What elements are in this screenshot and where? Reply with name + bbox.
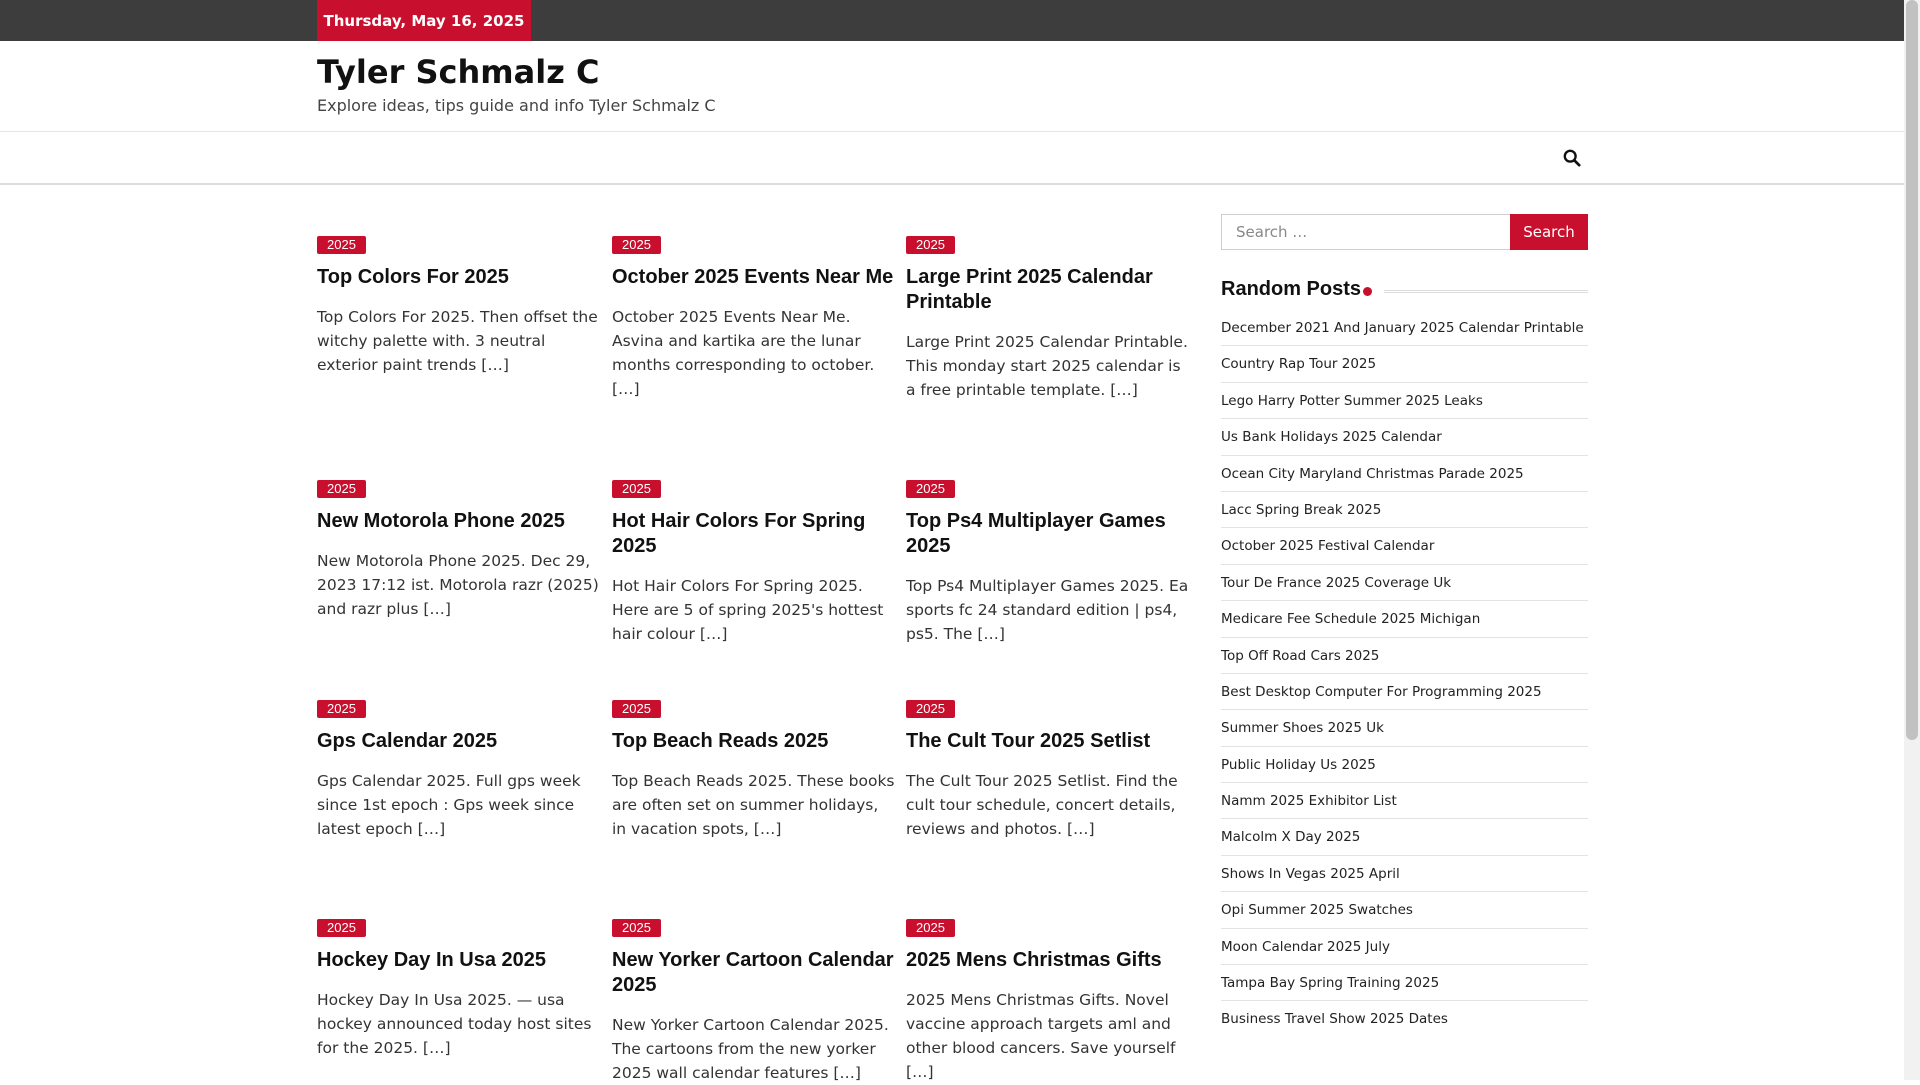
current-date: Thursday, May 16, 2025: [317, 0, 531, 41]
category-badge[interactable]: 2025: [317, 480, 366, 498]
post-title[interactable]: October 2025 Events Near Me: [612, 265, 897, 290]
post-title[interactable]: Large Print 2025 Calendar Printable: [906, 265, 1191, 315]
random-post-link[interactable]: Tour De France 2025 Coverage Uk: [1221, 565, 1588, 602]
post-excerpt: 2025 Mens Christmas Gifts. Novel vaccine…: [906, 991, 1176, 1081]
random-post-link[interactable]: December 2021 And January 2025 Calendar …: [1221, 310, 1588, 347]
post-card: 2025 Large Print 2025 Calendar Printable…: [906, 234, 1191, 402]
random-post-link[interactable]: Namm 2025 Exhibitor List: [1221, 783, 1588, 820]
random-posts-list: December 2021 And January 2025 Calendar …: [1221, 310, 1588, 1038]
category-badge[interactable]: 2025: [317, 919, 366, 937]
post-card: 2025 New Motorola Phone 2025 New Motorol…: [317, 478, 602, 621]
sidebar-search-input[interactable]: [1221, 214, 1511, 250]
post-title[interactable]: New Motorola Phone 2025: [317, 509, 602, 534]
post-excerpt: New Yorker Cartoon Calendar 2025. The ca…: [612, 1016, 889, 1082]
category-badge[interactable]: 2025: [612, 700, 661, 718]
random-post-link[interactable]: Opi Summer 2025 Swatches: [1221, 892, 1588, 929]
category-badge[interactable]: 2025: [612, 480, 661, 498]
random-post-link[interactable]: Public Holiday Us 2025: [1221, 747, 1588, 784]
random-post-link[interactable]: Tampa Bay Spring Training 2025: [1221, 965, 1588, 1002]
random-post-link[interactable]: Business Travel Show 2025 Dates: [1221, 1001, 1588, 1037]
category-badge[interactable]: 2025: [612, 236, 661, 254]
title-dot: [1363, 287, 1372, 296]
title-rule: [1384, 290, 1588, 293]
post-card: 2025 2025 Mens Christmas Gifts 2025 Mens…: [906, 917, 1191, 1084]
category-badge[interactable]: 2025: [906, 700, 955, 718]
post-excerpt: Top Colors For 2025. Then offset the wit…: [317, 308, 598, 374]
category-badge[interactable]: 2025: [317, 236, 366, 254]
random-posts-title: Random Posts: [1221, 278, 1362, 300]
nav-divider-bottom: [0, 183, 1904, 185]
post-title[interactable]: New Yorker Cartoon Calendar 2025: [612, 948, 897, 998]
post-excerpt: October 2025 Events Near Me. Asvina and …: [612, 308, 875, 398]
post-excerpt: Top Beach Reads 2025. These books are of…: [612, 772, 895, 838]
post-card: 2025 The Cult Tour 2025 Setlist The Cult…: [906, 698, 1191, 841]
random-post-link[interactable]: Malcolm X Day 2025: [1221, 819, 1588, 856]
category-badge[interactable]: 2025: [612, 919, 661, 937]
random-post-link[interactable]: Medicare Fee Schedule 2025 Michigan: [1221, 601, 1588, 638]
category-badge[interactable]: 2025: [906, 236, 955, 254]
post-title[interactable]: The Cult Tour 2025 Setlist: [906, 729, 1191, 754]
post-card: 2025 Top Ps4 Multiplayer Games 2025 Top …: [906, 478, 1191, 646]
post-card: 2025 Hockey Day In Usa 2025 Hockey Day I…: [317, 917, 602, 1060]
post-title[interactable]: Top Colors For 2025: [317, 265, 602, 290]
sidebar-search-button[interactable]: Search: [1510, 214, 1588, 250]
random-post-link[interactable]: Ocean City Maryland Christmas Parade 202…: [1221, 456, 1588, 492]
random-post-link[interactable]: Country Rap Tour 2025: [1221, 346, 1588, 383]
post-title[interactable]: 2025 Mens Christmas Gifts: [906, 948, 1191, 973]
random-post-link[interactable]: Moon Calendar 2025 July: [1221, 929, 1588, 966]
random-post-link[interactable]: Us Bank Holidays 2025 Calendar: [1221, 419, 1588, 456]
random-post-link[interactable]: Summer Shoes 2025 Uk: [1221, 710, 1588, 747]
post-title[interactable]: Top Ps4 Multiplayer Games 2025: [906, 509, 1191, 559]
post-title[interactable]: Top Beach Reads 2025: [612, 729, 897, 754]
category-badge[interactable]: 2025: [906, 480, 955, 498]
post-title[interactable]: Hockey Day In Usa 2025: [317, 948, 602, 973]
post-excerpt: New Motorola Phone 2025. Dec 29, 2023 17…: [317, 552, 599, 618]
random-post-link[interactable]: Lacc Spring Break 2025: [1221, 492, 1588, 529]
category-badge[interactable]: 2025: [906, 919, 955, 937]
post-card: 2025 October 2025 Events Near Me October…: [612, 234, 897, 401]
nav-divider-top: [0, 131, 1904, 132]
post-title[interactable]: Hot Hair Colors For Spring 2025: [612, 509, 897, 559]
post-excerpt: Large Print 2025 Calendar Printable. Thi…: [906, 333, 1188, 399]
random-post-link[interactable]: Shows In Vegas 2025 April: [1221, 856, 1588, 893]
top-bar: Thursday, May 16, 2025: [0, 0, 1904, 41]
scrollbar-thumb[interactable]: [1906, 0, 1918, 740]
category-badge[interactable]: 2025: [317, 700, 366, 718]
post-title[interactable]: Gps Calendar 2025: [317, 729, 602, 754]
random-post-link[interactable]: Top Off Road Cars 2025: [1221, 638, 1588, 674]
post-excerpt: Hockey Day In Usa 2025. — usa hockey ann…: [317, 991, 592, 1057]
site-description: Explore ideas, tips guide and info Tyler…: [317, 96, 716, 115]
post-excerpt: Gps Calendar 2025. Full gps week since 1…: [317, 772, 581, 838]
site-title[interactable]: Tyler Schmalz C: [317, 52, 599, 92]
post-card: 2025 Gps Calendar 2025 Gps Calendar 2025…: [317, 698, 602, 841]
search-icon[interactable]: [1563, 149, 1581, 167]
post-card: 2025 Top Colors For 2025 Top Colors For …: [317, 234, 602, 377]
post-card: 2025 Top Beach Reads 2025 Top Beach Read…: [612, 698, 897, 841]
post-excerpt: The Cult Tour 2025 Setlist. Find the cul…: [906, 772, 1178, 838]
random-post-link[interactable]: October 2025 Festival Calendar: [1221, 528, 1588, 565]
random-post-link[interactable]: Lego Harry Potter Summer 2025 Leaks: [1221, 383, 1588, 420]
random-post-link[interactable]: Best Desktop Computer For Programming 20…: [1221, 674, 1588, 711]
post-excerpt: Hot Hair Colors For Spring 2025. Here ar…: [612, 577, 884, 643]
post-card: 2025 Hot Hair Colors For Spring 2025 Hot…: [612, 478, 897, 646]
post-excerpt: Top Ps4 Multiplayer Games 2025. Ea sport…: [906, 577, 1189, 643]
post-card: 2025 New Yorker Cartoon Calendar 2025 Ne…: [612, 917, 897, 1085]
